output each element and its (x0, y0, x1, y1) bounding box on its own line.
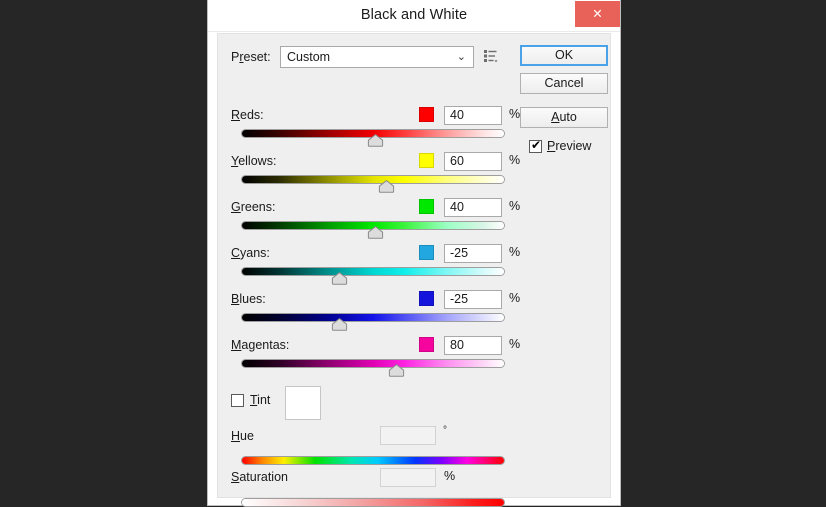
cyans-slider-thumb[interactable] (331, 272, 348, 285)
hue-gradient (242, 457, 504, 464)
blues-gradient (242, 314, 504, 321)
dialog-body-panel: Preset: Custom ⌄ Reds: 40% Yellows: 60% Gree… (217, 33, 611, 507)
hue-unit-label: ° (443, 425, 447, 436)
checkmark-icon: ✔ (531, 138, 542, 152)
saturation-label: Saturation (231, 470, 288, 484)
auto-button[interactable]: Auto (520, 107, 608, 128)
blues-slider-thumb[interactable] (331, 318, 348, 331)
reds-unit-label: % (509, 107, 521, 121)
blues-value-input[interactable]: -25 (444, 290, 502, 309)
cyans-slider-track[interactable] (241, 267, 505, 276)
magentas-value-input[interactable]: 80 (444, 336, 502, 355)
blues-label: Blues: (231, 292, 266, 306)
magentas-slider-thumb[interactable] (388, 364, 405, 377)
yellows-gradient (242, 176, 504, 183)
ok-button[interactable]: OK (520, 45, 608, 66)
yellows-value-input[interactable]: 60 (444, 152, 502, 171)
preset-menu-icon[interactable] (483, 48, 499, 64)
chevron-down-icon: ⌄ (456, 51, 466, 63)
magentas-unit-label: % (509, 337, 521, 351)
cancel-button[interactable]: Cancel (520, 73, 608, 94)
yellows-color-swatch (419, 153, 434, 168)
saturation-gradient (242, 499, 504, 506)
magentas-slider-track[interactable] (241, 359, 505, 368)
hue-input[interactable] (380, 426, 436, 445)
yellows-label: Yellows: (231, 154, 277, 168)
saturation-unit-label: % (444, 469, 456, 483)
cyans-unit-label: % (509, 245, 521, 259)
greens-label: Greens: (231, 200, 276, 214)
title-bar: Black and White ✕ (208, 0, 620, 32)
black-and-white-dialog: Black and White ✕ Preset: Custom ⌄ Reds:… (208, 0, 620, 507)
saturation-input[interactable] (380, 468, 436, 487)
cyans-value-input[interactable]: -25 (444, 244, 502, 263)
preset-label: Preset: (231, 50, 271, 64)
preset-selected-value: Custom (287, 50, 331, 64)
greens-value-input[interactable]: 40 (444, 198, 502, 217)
greens-slider-thumb[interactable] (367, 226, 384, 239)
hue-slider-track[interactable] (241, 456, 505, 465)
preview-label: Preview (547, 139, 592, 153)
cyans-gradient (242, 268, 504, 275)
blues-slider-track[interactable] (241, 313, 505, 322)
yellows-slider-thumb[interactable] (378, 180, 395, 193)
magentas-color-swatch (419, 337, 434, 352)
tint-checkbox[interactable] (231, 394, 244, 407)
cyans-color-swatch (419, 245, 434, 260)
dialog-title: Black and White (360, 7, 468, 23)
preview-checkbox[interactable]: ✔ (529, 138, 542, 153)
hue-label: Hue (231, 429, 254, 443)
reds-label: Reds: (231, 108, 264, 122)
greens-color-swatch (419, 199, 434, 214)
saturation-slider-track[interactable] (241, 498, 505, 507)
magentas-label: Magentas: (231, 338, 290, 352)
reds-color-swatch (419, 107, 434, 122)
reds-slider-thumb[interactable] (367, 134, 384, 147)
greens-unit-label: % (509, 199, 521, 213)
reds-value-input[interactable]: 40 (444, 106, 502, 125)
yellows-slider-track[interactable] (241, 175, 505, 184)
tint-label: Tint (250, 393, 271, 407)
cyans-label: Cyans: (231, 246, 270, 260)
blues-color-swatch (419, 291, 434, 306)
close-button[interactable]: ✕ (575, 1, 620, 27)
yellows-unit-label: % (509, 153, 521, 167)
blues-unit-label: % (509, 291, 521, 305)
tint-color-swatch[interactable] (285, 386, 321, 420)
magentas-gradient (242, 360, 504, 367)
preset-dropdown[interactable]: Custom ⌄ (280, 46, 474, 68)
